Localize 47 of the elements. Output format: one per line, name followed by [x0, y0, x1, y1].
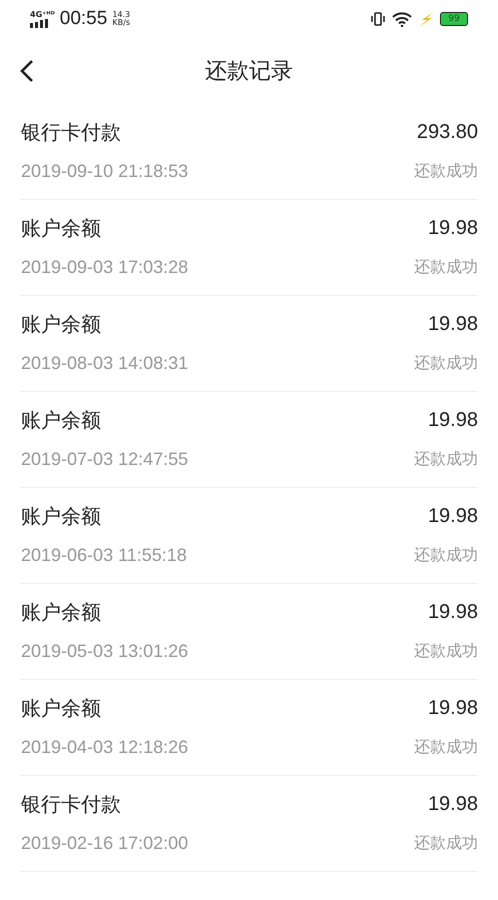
- amount: 19.98: [428, 697, 478, 720]
- amount: 19.98: [428, 793, 478, 816]
- record-row[interactable]: 账户余额 19.98 2019-05-03 13:01:26 还款成功: [21, 584, 478, 680]
- datetime: 2019-05-03 13:01:26: [21, 641, 188, 662]
- amount: 19.98: [428, 409, 478, 432]
- record-row[interactable]: 账户余额 19.98 2019-07-03 12:47:55 还款成功: [21, 392, 478, 488]
- amount: 19.98: [428, 601, 478, 624]
- charging-bolt-icon: [418, 12, 434, 26]
- payment-method: 账户余额: [21, 599, 101, 626]
- datetime: 2019-04-03 12:18:26: [21, 737, 188, 758]
- clock: 00:55: [60, 8, 108, 30]
- wifi-icon: [392, 12, 412, 26]
- status-label: 还款成功: [414, 833, 478, 854]
- status-label: 还款成功: [414, 545, 478, 566]
- record-row[interactable]: 银行卡付款 293.80 2019-09-10 21:18:53 还款成功: [21, 104, 478, 200]
- record-row[interactable]: 账户余额 19.98 2019-04-03 12:18:26 还款成功: [21, 680, 478, 776]
- payment-method: 账户余额: [21, 215, 101, 242]
- status-label: 还款成功: [414, 737, 478, 758]
- record-row[interactable]: 账户余额 19.98 2019-06-03 11:55:18 还款成功: [21, 488, 478, 584]
- payment-method: 账户余额: [21, 503, 101, 530]
- datetime: 2019-06-03 11:55:18: [21, 545, 187, 566]
- status-label: 还款成功: [414, 641, 478, 662]
- status-label: 还款成功: [414, 161, 478, 182]
- page-title: 还款记录: [204, 58, 294, 86]
- payment-method: 账户余额: [21, 407, 101, 434]
- amount: 19.98: [428, 217, 478, 240]
- status-label: 还款成功: [414, 353, 478, 374]
- status-label: 还款成功: [414, 257, 478, 278]
- record-row[interactable]: 银行卡付款 19.98 2019-02-16 17:02:00 还款成功: [21, 776, 478, 872]
- payment-method: 账户余额: [21, 311, 101, 338]
- amount: 19.98: [428, 313, 478, 336]
- vibrate-icon: [370, 12, 386, 26]
- payment-method: 账户余额: [21, 695, 101, 722]
- amount: 19.98: [428, 505, 478, 528]
- network-speed: 14.3 KB/s: [112, 11, 130, 27]
- payment-method: 银行卡付款: [21, 791, 121, 818]
- datetime: 2019-09-10 21:18:53: [21, 161, 188, 182]
- datetime: 2019-07-03 12:47:55: [21, 449, 188, 470]
- datetime: 2019-08-03 14:08:31: [21, 353, 188, 374]
- record-row[interactable]: 账户余额 19.98 2019-09-03 17:03:28 还款成功: [21, 200, 478, 296]
- amount: 293.80: [416, 121, 478, 144]
- datetime: 2019-09-03 17:03:28: [21, 257, 188, 278]
- status-label: 还款成功: [414, 449, 478, 470]
- record-row[interactable]: 账户余额 19.98 2019-08-03 14:08:31 还款成功: [21, 296, 478, 392]
- payment-method: 银行卡付款: [21, 119, 121, 146]
- datetime: 2019-02-16 17:02:00: [21, 833, 188, 854]
- battery-icon: 99: [440, 12, 468, 26]
